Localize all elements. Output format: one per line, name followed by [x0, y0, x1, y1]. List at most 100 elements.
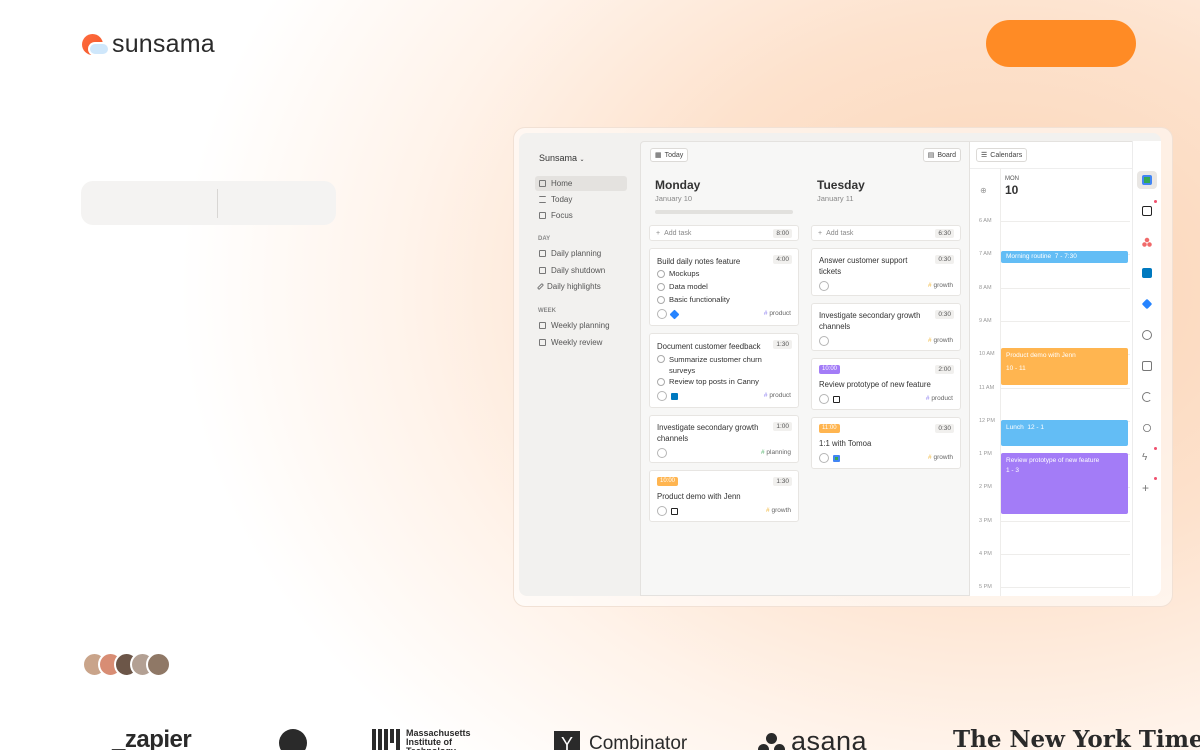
subtask[interactable]: Summarize customer churn surveys	[657, 354, 785, 376]
day-date: January 10	[655, 194, 693, 203]
search-icon[interactable]	[1143, 424, 1151, 432]
channel-tag: # growth	[766, 507, 791, 514]
task-board: ▦ Today ▤ Board Monday January 10 + Add tas…	[640, 141, 970, 596]
notion-icon[interactable]	[1142, 206, 1152, 216]
brand-logo[interactable]: sunsama	[82, 30, 215, 59]
hour-line	[1000, 221, 1130, 222]
calendar-event[interactable]: Review prototype of new feature 1 - 3	[1001, 453, 1128, 514]
sidebar-item-daily-planning[interactable]: Daily planning	[535, 246, 627, 261]
asana-logo: asana	[758, 726, 867, 750]
hour-label: 3 PM	[979, 517, 992, 524]
board-icon: ▤	[927, 152, 935, 159]
sync-icon[interactable]	[1142, 392, 1152, 402]
google-calendar-icon	[833, 455, 840, 462]
day-date: January 11	[817, 194, 854, 203]
add-task-button[interactable]: + Add task 6:30	[811, 225, 961, 241]
task-card[interactable]: Document customer feedback 1:30 Summariz…	[649, 333, 799, 408]
hour-line	[1000, 387, 1130, 389]
task-card[interactable]: 10:00 Product demo with Jenn 1:30 # grow…	[649, 470, 799, 522]
chevron-down-icon: ⌄	[579, 157, 585, 163]
sidebar-item-daily-shutdown[interactable]: Daily shutdown	[535, 263, 627, 278]
subtask[interactable]: Basic functionality	[657, 295, 730, 304]
zoom-icon[interactable]: ⊕	[980, 186, 987, 195]
subtask[interactable]: Review top posts in Canny	[657, 377, 759, 386]
channel-name: product	[931, 395, 953, 402]
subtask[interactable]: Data model	[657, 282, 708, 291]
sidebar-item-today[interactable]: Today	[535, 192, 627, 207]
complete-checkbox[interactable]	[819, 394, 829, 404]
pen-icon	[536, 282, 545, 291]
sidebar-item-weekly-planning[interactable]: Weekly planning	[535, 318, 627, 333]
task-title: Investigate secondary growth channels	[819, 311, 921, 331]
task-card[interactable]: 11:00 1:1 with Tomoa 0:30 # growth	[811, 417, 961, 469]
github-icon	[279, 729, 307, 750]
plus-icon[interactable]: +	[1142, 481, 1149, 495]
hour-label: 4 PM	[979, 551, 992, 557]
calendar-dow: MON	[1005, 176, 1019, 182]
task-time: 0:30	[935, 424, 954, 433]
complete-checkbox[interactable]	[657, 391, 667, 401]
nyt-logo: The New York Times	[953, 726, 1200, 750]
google-calendar-icon[interactable]	[1142, 175, 1152, 185]
bolt-icon[interactable]: ϟ	[1142, 452, 1147, 463]
channel-tag: # planning	[760, 449, 791, 456]
today-button[interactable]: ▦ Today	[650, 148, 689, 162]
channel-tag: # growth	[928, 337, 953, 344]
cta-button[interactable]	[986, 20, 1136, 67]
workspace-switcher[interactable]: Sunsama ⌄	[539, 153, 585, 163]
complete-checkbox[interactable]	[819, 453, 829, 463]
sidebar-item-label: Home	[551, 179, 573, 188]
channel-name: growth	[933, 337, 953, 344]
event-title: Morning routine	[1006, 253, 1052, 260]
task-card[interactable]: Build daily notes feature 4:00 Mockups D…	[649, 248, 799, 326]
time-label: 10:00	[657, 477, 679, 486]
sidebar-item-label: Focus	[551, 211, 573, 220]
calendar-event[interactable]: Product demo with Jenn 10 - 11	[1001, 348, 1128, 385]
trello-icon[interactable]	[1142, 268, 1152, 278]
sidebar-item-daily-highlights[interactable]: Daily highlights	[535, 279, 627, 294]
book-icon	[539, 267, 546, 274]
notification-dot	[1154, 200, 1157, 203]
notion-icon	[671, 508, 678, 515]
event-time: 7 - 7:30	[1054, 253, 1077, 260]
add-task-label: Add task	[826, 229, 854, 237]
task-card[interactable]: Investigate secondary growth channels 1:…	[649, 415, 799, 463]
asana-icon[interactable]	[1142, 237, 1152, 247]
add-task-button[interactable]: + Add task 8:00	[649, 225, 799, 241]
settings-icon[interactable]	[1142, 330, 1152, 340]
home-icon	[539, 180, 546, 187]
hour-label: 9 AM	[979, 317, 992, 324]
calendars-label: Calendars	[990, 151, 1023, 159]
sidebar-item-home[interactable]: Home	[535, 176, 627, 191]
task-card[interactable]: 10:00 Review prototype of new feature 2:…	[811, 358, 961, 410]
archive-icon[interactable]	[1142, 361, 1152, 371]
sidebar-item-focus[interactable]: Focus	[535, 208, 627, 223]
channel-tag: # growth	[928, 282, 953, 289]
day-title: Monday	[655, 178, 701, 192]
channel-tag: # product	[763, 310, 791, 317]
signup-pill[interactable]	[81, 181, 336, 225]
sidebar-item-label: Daily shutdown	[551, 266, 606, 275]
complete-checkbox[interactable]	[819, 336, 829, 346]
calendars-button[interactable]: ☰ Calendars	[976, 148, 1028, 162]
subtask[interactable]: Mockups	[657, 269, 699, 278]
day-title: Tuesday	[817, 178, 865, 192]
calendar-event[interactable]: Lunch 12 - 1	[1001, 420, 1128, 446]
jira-icon[interactable]	[1141, 298, 1153, 310]
sidebar-item-label: Daily planning	[551, 249, 602, 258]
complete-checkbox[interactable]	[657, 309, 667, 319]
hour-line	[1000, 587, 1130, 589]
complete-checkbox[interactable]	[657, 448, 667, 458]
day-progress	[655, 210, 793, 214]
complete-checkbox[interactable]	[657, 506, 667, 516]
task-card[interactable]: Investigate secondary growth channels 0:…	[811, 303, 961, 351]
yc-text: Combinator	[589, 733, 688, 750]
sidebar-item-weekly-review[interactable]: Weekly review	[535, 335, 627, 350]
channel-name: planning	[766, 449, 791, 456]
calendar-event[interactable]: Morning routine 7 - 7:30	[1001, 251, 1128, 263]
yc-mark: Y	[554, 731, 580, 750]
task-time: 1:30	[773, 340, 792, 349]
board-button[interactable]: ▤ Board	[922, 148, 961, 162]
task-card[interactable]: Answer customer support tickets 0:30 # g…	[811, 248, 961, 296]
complete-checkbox[interactable]	[819, 281, 829, 291]
